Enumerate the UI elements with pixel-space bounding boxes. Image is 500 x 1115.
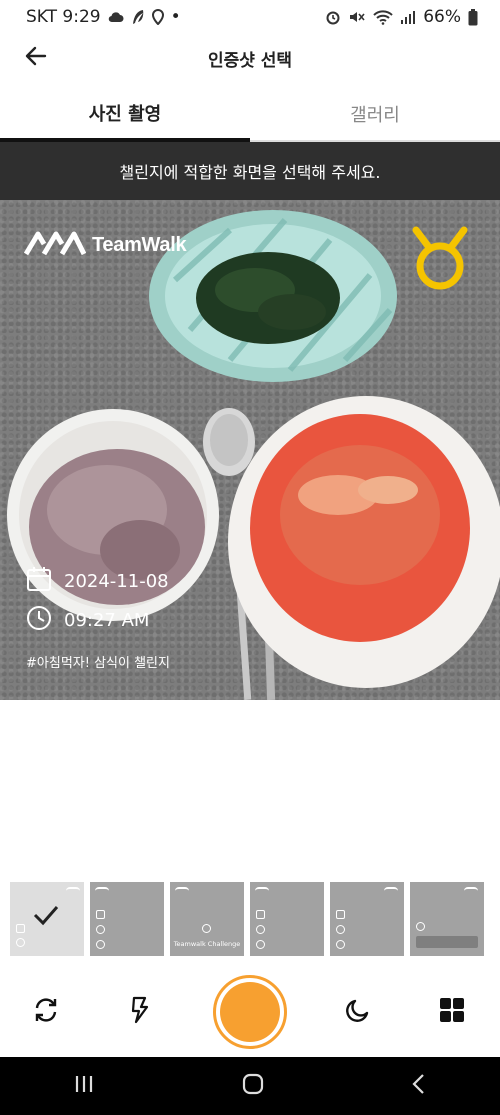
- challenge-hashtag: #아침먹자! 삼식이 챌린지: [26, 656, 170, 671]
- thumb-logo-icon: [384, 887, 398, 892]
- clock-icon: [26, 605, 52, 636]
- thumb-logo-icon: [66, 887, 80, 892]
- recent-apps-icon[interactable]: [73, 1074, 95, 1098]
- time-text: 09:27 AM: [64, 610, 150, 631]
- location-pin-icon: [151, 9, 164, 25]
- grid-icon: [439, 997, 465, 1027]
- teamwalk-logo-icon: [23, 230, 87, 260]
- thumb-chat-icon: [96, 940, 105, 949]
- calendar-icon: [26, 566, 52, 597]
- thumb-person-icon: [256, 940, 265, 949]
- template-thumb-1[interactable]: [10, 882, 84, 956]
- thumb-chat-bar: [416, 936, 478, 948]
- alarm-icon: [325, 9, 341, 25]
- shutter-button[interactable]: [213, 975, 287, 1049]
- battery-percent: 66%: [423, 7, 461, 27]
- night-mode-icon: [345, 997, 371, 1027]
- rotate-camera-icon: [32, 996, 60, 1028]
- template-thumb-6[interactable]: [410, 882, 484, 956]
- time-row: 09:27 AM: [26, 605, 149, 636]
- template-thumb-3[interactable]: Teamwalk Challenge: [170, 882, 244, 956]
- night-mode-button[interactable]: [338, 992, 378, 1032]
- thumb-logo-icon: [255, 887, 269, 892]
- wifi-icon: [373, 9, 393, 25]
- instruction-banner: 챌린지에 적합한 화면을 선택해 주세요.: [0, 142, 500, 200]
- tab-gallery[interactable]: 갤러리: [250, 88, 500, 142]
- thumb-calendar-icon: [256, 910, 265, 919]
- home-icon[interactable]: [242, 1073, 264, 1099]
- grid-button[interactable]: [432, 992, 472, 1032]
- teamwalk-brand: TeamWalk: [23, 230, 187, 260]
- feather-icon: [131, 9, 145, 25]
- system-nav-bar: [0, 1057, 500, 1115]
- checkmark-icon: [32, 904, 60, 930]
- cloud-icon: [108, 11, 124, 23]
- thumb-clock-icon: [256, 925, 265, 934]
- switch-camera-button[interactable]: [26, 992, 66, 1032]
- status-right: 66%: [325, 7, 478, 27]
- mute-icon: [348, 9, 366, 25]
- app-header: 인증샷 선택: [0, 36, 500, 80]
- camera-preview[interactable]: TeamWalk 2024-11-08 09:27 AM #아침먹자! 삼식이 …: [0, 200, 500, 700]
- carrier-time: SKT 9:29: [26, 7, 101, 27]
- tab-take-photo[interactable]: 사진 촬영: [0, 88, 250, 142]
- flash-button[interactable]: [120, 992, 160, 1032]
- signal-icon: [400, 9, 416, 25]
- thumb-clock-icon: [416, 922, 425, 931]
- template-thumb-5[interactable]: [330, 882, 404, 956]
- thumb-clock-icon: [96, 925, 105, 934]
- thumb-calendar-icon: [96, 910, 105, 919]
- thumb-logo-icon: [175, 887, 189, 892]
- back-icon[interactable]: [411, 1073, 427, 1099]
- brand-text: TeamWalk: [92, 233, 187, 256]
- status-dot: •: [170, 7, 181, 27]
- battery-icon: [468, 8, 478, 26]
- thumb-clock-icon: [16, 938, 25, 947]
- thumb-calendar-icon: [336, 910, 345, 919]
- thumb-clock-icon: [336, 925, 345, 934]
- arrow-left-icon: [25, 46, 47, 70]
- status-bar: SKT 9:29 • 66%: [0, 0, 500, 34]
- back-button[interactable]: [20, 42, 52, 74]
- thumb-logo-icon: [464, 887, 478, 892]
- template-thumbnails: Teamwalk Challenge: [10, 882, 500, 956]
- flash-icon: [129, 996, 151, 1028]
- thumb-challenge-label: Teamwalk Challenge: [173, 940, 241, 948]
- date-row: 2024-11-08: [26, 566, 169, 597]
- status-left: SKT 9:29 •: [26, 7, 181, 27]
- thumb-logo-icon: [95, 887, 109, 892]
- medal-badge-icon: [410, 226, 470, 294]
- thumb-chat-icon: [336, 940, 345, 949]
- page-title: 인증샷 선택: [207, 50, 293, 71]
- template-thumb-2[interactable]: [90, 882, 164, 956]
- thumb-calendar-icon: [16, 924, 25, 933]
- template-thumb-4[interactable]: [250, 882, 324, 956]
- tab-bar: 사진 촬영 갤러리: [0, 88, 500, 142]
- thumb-badge-icon: [202, 924, 211, 933]
- shutter-inner: [220, 982, 280, 1042]
- camera-controls: [0, 972, 500, 1052]
- date-text: 2024-11-08: [64, 571, 169, 592]
